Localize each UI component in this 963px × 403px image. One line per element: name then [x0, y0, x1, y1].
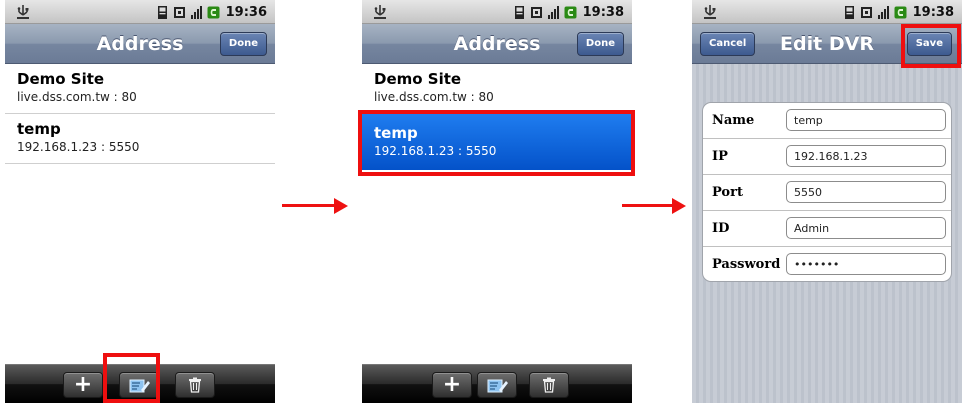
address-list-item[interactable]: temp 192.168.1.23 : 5550: [5, 114, 275, 164]
edit-icon: [129, 379, 150, 393]
form-row-name: Name: [703, 103, 951, 139]
status-time: 19:38: [582, 4, 624, 20]
trash-icon: [189, 377, 201, 393]
battery-icon: [564, 6, 577, 18]
form-row-port: Port: [703, 175, 951, 211]
edit-button[interactable]: [477, 372, 517, 398]
status-bar: 19:38: [692, 0, 962, 24]
title-bar: Address Done: [362, 24, 632, 64]
site-name: temp: [17, 120, 61, 138]
form-row-ip: IP: [703, 139, 951, 175]
title-bar: Address Done: [5, 24, 275, 64]
name-field[interactable]: [786, 109, 946, 131]
edit-icon: [487, 379, 508, 393]
password-field[interactable]: [786, 253, 946, 275]
form-row-password: Password: [703, 247, 951, 281]
address-list-item-selected[interactable]: temp 192.168.1.23 : 5550: [362, 114, 632, 170]
sd-card-icon: [530, 6, 542, 18]
address-list: Demo Site live.dss.com.tw : 80 temp 192.…: [362, 64, 632, 170]
add-button[interactable]: +: [432, 372, 472, 398]
name-label: Name: [712, 113, 755, 128]
port-field[interactable]: [786, 181, 946, 203]
password-label: Password: [712, 257, 781, 272]
phone-screen-address-selected: 19:38 Address Done Demo Site live.dss.co…: [362, 0, 632, 403]
bottom-toolbar: +: [5, 364, 275, 403]
arrow-right-icon: [622, 198, 686, 214]
site-name: Demo Site: [374, 70, 462, 88]
site-address: live.dss.com.tw : 80: [374, 90, 494, 104]
address-list-item[interactable]: Demo Site live.dss.com.tw : 80: [362, 64, 632, 114]
sd-card-icon: [860, 6, 872, 18]
trash-icon: [543, 377, 555, 393]
phone-screen-address-list: 19:36 Address Done Demo Site live.dss.co…: [5, 0, 275, 403]
phone-screen-edit-dvr: 19:38 Cancel Edit DVR Save Name IP Port …: [692, 0, 962, 403]
site-address: 192.168.1.23 : 5550: [17, 140, 140, 154]
dvr-form: Name IP Port ID Password: [702, 102, 952, 282]
battery-icon: [894, 6, 907, 18]
signal-icon: [547, 5, 559, 19]
site-address: 192.168.1.23 : 5550: [374, 144, 497, 158]
title-bar: Cancel Edit DVR Save: [692, 24, 962, 64]
battery-icon: [207, 6, 220, 18]
save-button[interactable]: Save: [906, 32, 952, 56]
add-button[interactable]: +: [63, 372, 103, 398]
status-bar: 19:38: [362, 0, 632, 24]
id-field[interactable]: [786, 217, 946, 239]
usb-icon: [704, 5, 716, 19]
status-bar: 19:36: [5, 0, 275, 24]
sd-card-icon: [514, 5, 524, 19]
ip-field[interactable]: [786, 145, 946, 167]
sd-card-icon: [173, 6, 185, 18]
site-name: temp: [374, 124, 418, 142]
site-name: Demo Site: [17, 70, 105, 88]
signal-icon: [877, 5, 889, 19]
sd-card-icon: [157, 5, 167, 19]
status-time: 19:36: [225, 4, 267, 20]
usb-icon: [374, 5, 386, 19]
usb-icon: [17, 5, 29, 19]
done-button[interactable]: Done: [219, 32, 267, 56]
status-time: 19:38: [912, 4, 954, 20]
address-list: Demo Site live.dss.com.tw : 80 temp 192.…: [5, 64, 275, 164]
id-label: ID: [712, 221, 730, 236]
port-label: Port: [712, 185, 743, 200]
bottom-toolbar: +: [362, 364, 632, 403]
delete-button[interactable]: [529, 372, 569, 398]
site-address: live.dss.com.tw : 80: [17, 90, 137, 104]
signal-icon: [190, 5, 202, 19]
edit-button[interactable]: [119, 372, 159, 398]
address-list-item[interactable]: Demo Site live.dss.com.tw : 80: [5, 64, 275, 114]
arrow-right-icon: [282, 198, 348, 214]
done-button[interactable]: Done: [576, 32, 624, 56]
ip-label: IP: [712, 149, 728, 164]
delete-button[interactable]: [175, 372, 215, 398]
form-row-id: ID: [703, 211, 951, 247]
sd-card-icon: [844, 5, 854, 19]
